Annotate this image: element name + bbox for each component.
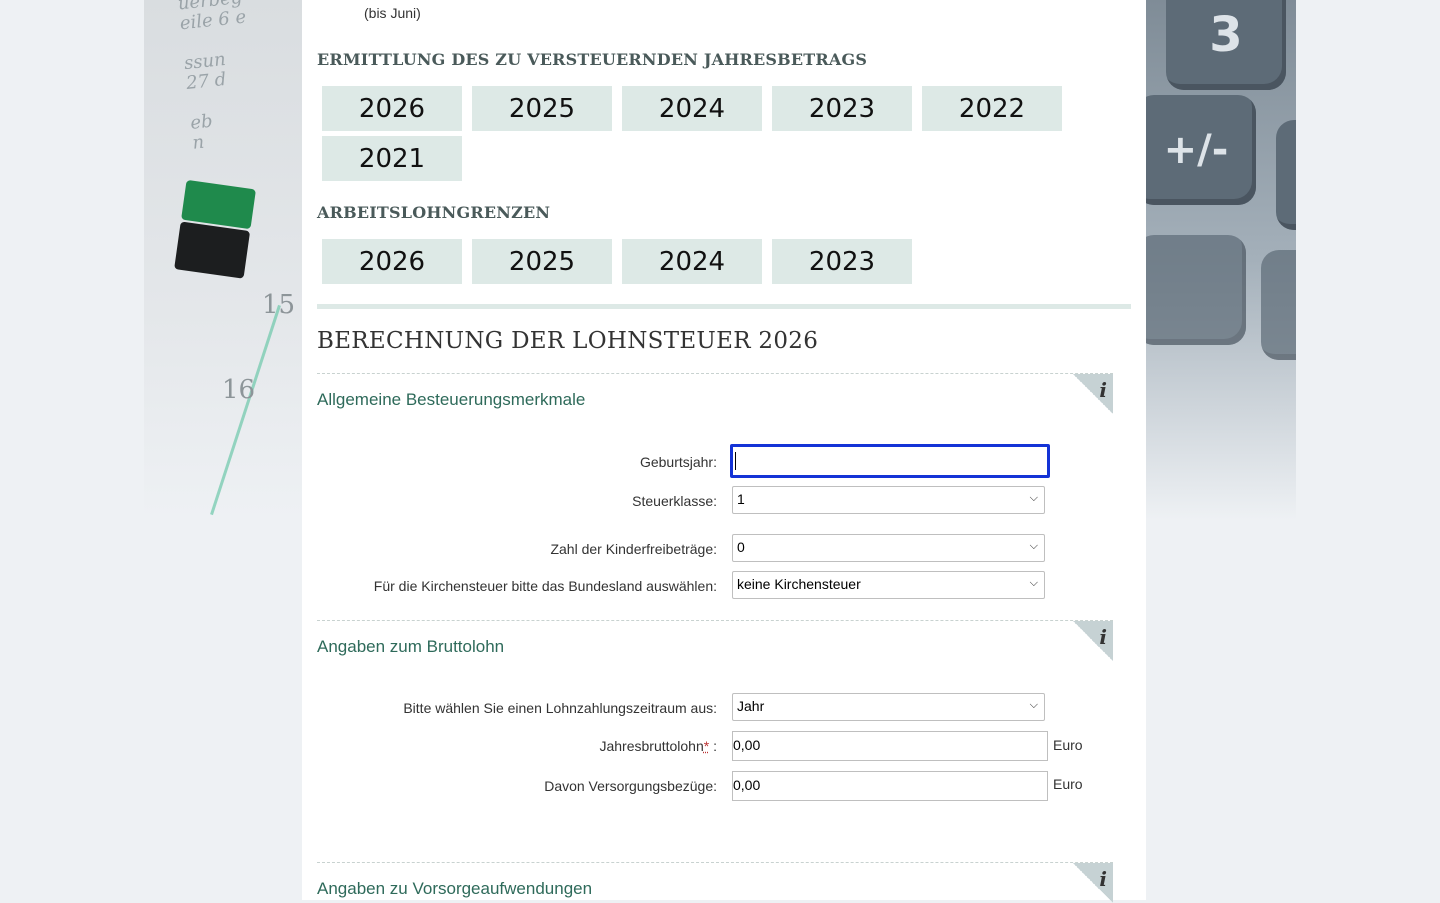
section-title-annual: ERMITTLUNG DES ZU VERSTEUERNDEN JAHRESBE…	[317, 50, 868, 69]
child-allowance-label: Zahl der Kinderfreibeträge:	[550, 541, 717, 557]
info-icon: i	[1099, 625, 1107, 649]
year-button-2026[interactable]: 2026	[322, 86, 462, 131]
gross-wage-label: Jahresbruttolohn* :	[599, 738, 717, 754]
payment-period-label: Bitte wählen Sie einen Lohnzahlungszeitr…	[403, 700, 717, 716]
section-title-limits: ARBEITSLOHNGRENZEN	[317, 203, 551, 222]
chevron-down-icon: ⌵	[1029, 540, 1038, 552]
gross-wage-input[interactable]: 0,00	[732, 731, 1048, 761]
year-button-2024[interactable]: 2024	[622, 86, 762, 131]
content-page: (bis Juni) ERMITTLUNG DES ZU VERSTEUERND…	[302, 0, 1146, 903]
child-allowance-select[interactable]: 0 ⌵	[732, 534, 1045, 562]
form-row-pension: Davon Versorgungsbezüge: 0,00 Euro	[317, 771, 1117, 801]
marker-decoration	[174, 179, 266, 280]
info-button[interactable]: i	[1073, 621, 1113, 661]
pension-input[interactable]: 0,00	[732, 771, 1048, 801]
limit-year-button-2025[interactable]: 2025	[472, 239, 612, 284]
background-photo-left: uerbeg eile 6 e ssun 27 d eb n 15 16	[144, 0, 302, 520]
calculator-key: +/-	[1146, 95, 1256, 205]
payment-period-select[interactable]: Jahr ⌵	[732, 693, 1045, 721]
year-button-2025[interactable]: 2025	[472, 86, 612, 131]
calculator-key	[1261, 250, 1296, 360]
calculator-key	[1276, 120, 1296, 230]
chevron-down-icon: ⌵	[1029, 492, 1038, 504]
birth-year-input[interactable]	[730, 444, 1050, 478]
year-button-2021[interactable]: 2021	[322, 136, 462, 181]
info-icon: i	[1099, 867, 1107, 891]
chevron-down-icon: ⌵	[1029, 699, 1038, 711]
pension-label: Davon Versorgungsbezüge:	[544, 778, 717, 794]
form-row-birth-year: Geburtsjahr:	[317, 444, 1117, 478]
required-marker: *	[703, 738, 710, 754]
section-title-gross: Angaben zum Bruttolohn	[317, 637, 505, 656]
form-row-gross-wage: Jahresbruttolohn* : 0,00 Euro	[317, 731, 1117, 761]
background-photo-right: 3 +/-	[1146, 0, 1296, 520]
background-number: 15	[262, 290, 296, 320]
limit-year-button-2024[interactable]: 2024	[622, 239, 762, 284]
tax-class-select[interactable]: 1 ⌵	[732, 486, 1045, 514]
note-text: (bis Juni)	[364, 5, 421, 21]
pension-unit: Euro	[1053, 776, 1083, 792]
section-divider	[317, 304, 1131, 309]
info-icon: i	[1099, 378, 1107, 402]
section-title-provision: Angaben zu Vorsorgeaufwendungen	[317, 879, 593, 898]
church-tax-select[interactable]: keine Kirchensteuer ⌵	[732, 571, 1045, 599]
section-header-provision: Angaben zu Vorsorgeaufwendungen i	[317, 862, 1113, 903]
info-button[interactable]: i	[1073, 863, 1113, 903]
form-row-child-allowance: Zahl der Kinderfreibeträge: 0 ⌵	[317, 534, 1117, 564]
form-row-church-tax: Für die Kirchensteuer bitte das Bundesla…	[317, 571, 1117, 601]
background-number: 16	[222, 375, 256, 405]
form-row-tax-class: Steuerklasse: 1 ⌵	[317, 486, 1117, 516]
church-tax-label: Für die Kirchensteuer bitte das Bundesla…	[373, 578, 717, 594]
limit-year-button-2023[interactable]: 2023	[772, 239, 912, 284]
birth-year-label: Geburtsjahr:	[639, 454, 717, 470]
calculator-key	[1146, 235, 1246, 345]
chevron-down-icon: ⌵	[1029, 577, 1038, 589]
year-button-2022[interactable]: 2022	[922, 86, 1062, 131]
tax-class-label: Steuerklasse:	[632, 493, 717, 509]
section-header-gross: Angaben zum Bruttolohn i	[317, 620, 1113, 661]
gross-wage-unit: Euro	[1053, 737, 1083, 753]
text-caret	[735, 452, 736, 470]
page-title: BERECHNUNG DER LOHNSTEUER 2026	[317, 328, 819, 354]
info-button[interactable]: i	[1073, 374, 1113, 414]
section-header-general: Allgemeine Besteuerungsmerkmale i	[317, 373, 1113, 414]
year-button-2023[interactable]: 2023	[772, 86, 912, 131]
form-row-payment-period: Bitte wählen Sie einen Lohnzahlungszeitr…	[317, 693, 1117, 723]
limit-year-button-2026[interactable]: 2026	[322, 239, 462, 284]
calculator-key: 3	[1166, 0, 1286, 90]
section-title-general: Allgemeine Besteuerungsmerkmale	[317, 390, 586, 409]
background-tape-text: uerbeg eile 6 e ssun 27 d eb n	[176, 0, 248, 154]
